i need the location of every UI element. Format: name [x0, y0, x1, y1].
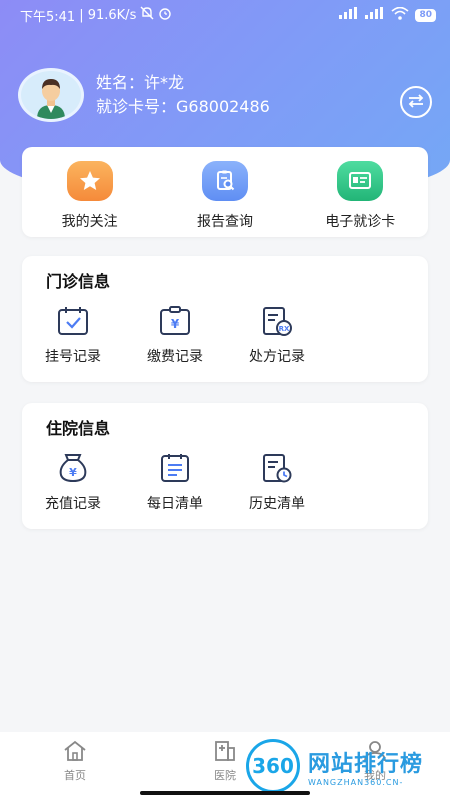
daily-list-label: 每日清单 — [147, 496, 203, 512]
inpatient-info-card: 住院信息 ¥ 充值记录 每日清单 历史清单 — [22, 403, 428, 529]
status-network-speed: | 91.6K/s — [79, 7, 137, 23]
home-indicator — [140, 791, 310, 795]
recharge-records-label: 充值记录 — [45, 496, 101, 512]
prescription-records-button[interactable]: RX 处方记录 — [226, 304, 328, 366]
watermark-title: 网站排行榜 — [308, 751, 424, 777]
report-query-label: 报告查询 — [196, 214, 253, 230]
e-medical-card-label: 电子就诊卡 — [325, 214, 396, 230]
alarm-icon — [158, 6, 172, 24]
history-list-icon — [259, 451, 295, 485]
calendar-check-icon — [55, 304, 91, 338]
watermark-subtitle: WANGZHAN360.CN- — [308, 777, 404, 787]
signal-icon — [339, 7, 359, 23]
registration-records-label: 挂号记录 — [45, 349, 101, 365]
swap-icon — [407, 93, 425, 112]
avatar — [18, 68, 84, 122]
home-icon — [62, 740, 88, 765]
svg-text:RX: RX — [279, 325, 290, 333]
history-list-label: 历史清单 — [249, 496, 305, 512]
star-icon — [66, 161, 113, 201]
registration-records-button[interactable]: 挂号记录 — [22, 304, 124, 366]
watermark-logo: 360 — [246, 739, 300, 793]
daily-list-icon — [157, 451, 193, 485]
report-search-icon — [201, 161, 248, 201]
report-query-button[interactable]: 报告查询 — [157, 147, 292, 237]
tab-home[interactable]: 首页 — [0, 732, 150, 800]
svg-text:¥: ¥ — [69, 466, 77, 479]
mute-icon — [140, 6, 154, 24]
outpatient-info-card: 门诊信息 挂号记录 ¥ 缴费记录 RX 处方记录 — [22, 256, 428, 382]
prescription-icon: RX — [259, 304, 295, 338]
my-follow-button[interactable]: 我的关注 — [22, 147, 157, 237]
prescription-records-label: 处方记录 — [249, 349, 305, 365]
my-follow-label: 我的关注 — [61, 214, 118, 230]
quick-actions-card: 我的关注 报告查询 电子就诊卡 — [22, 147, 428, 237]
tab-hospital-label: 医院 — [214, 769, 236, 782]
svg-text:¥: ¥ — [171, 317, 180, 331]
patient-name: 姓名：许*龙 — [96, 73, 185, 92]
payment-records-label: 缴费记录 — [147, 349, 203, 365]
medical-card-number: 就诊卡号：G68002486 — [96, 97, 270, 116]
user-profile[interactable]: 姓名：许*龙 就诊卡号：G68002486 — [18, 68, 270, 122]
e-medical-card-button[interactable]: 电子就诊卡 — [293, 147, 428, 237]
wifi-icon — [391, 6, 409, 24]
card-icon — [337, 161, 384, 201]
money-bag-icon: ¥ — [55, 451, 91, 485]
hospital-icon — [212, 740, 238, 765]
battery-icon: 80 — [415, 8, 436, 22]
recharge-records-button[interactable]: ¥ 充值记录 — [22, 451, 124, 513]
payment-icon: ¥ — [157, 304, 193, 338]
switch-patient-button[interactable] — [400, 86, 432, 118]
history-list-button[interactable]: 历史清单 — [226, 451, 328, 513]
watermark: 360 网站排行榜 WANGZHAN360.CN- — [246, 736, 450, 796]
signal-icon-2 — [365, 7, 385, 23]
status-time: 下午5:41 — [20, 9, 76, 25]
inpatient-title: 住院信息 — [46, 419, 111, 438]
daily-list-button[interactable]: 每日清单 — [124, 451, 226, 513]
status-bar: 下午5:41 | 91.6K/s 80 — [0, 0, 450, 30]
tab-home-label: 首页 — [64, 769, 86, 782]
payment-records-button[interactable]: ¥ 缴费记录 — [124, 304, 226, 366]
outpatient-title: 门诊信息 — [46, 272, 111, 291]
